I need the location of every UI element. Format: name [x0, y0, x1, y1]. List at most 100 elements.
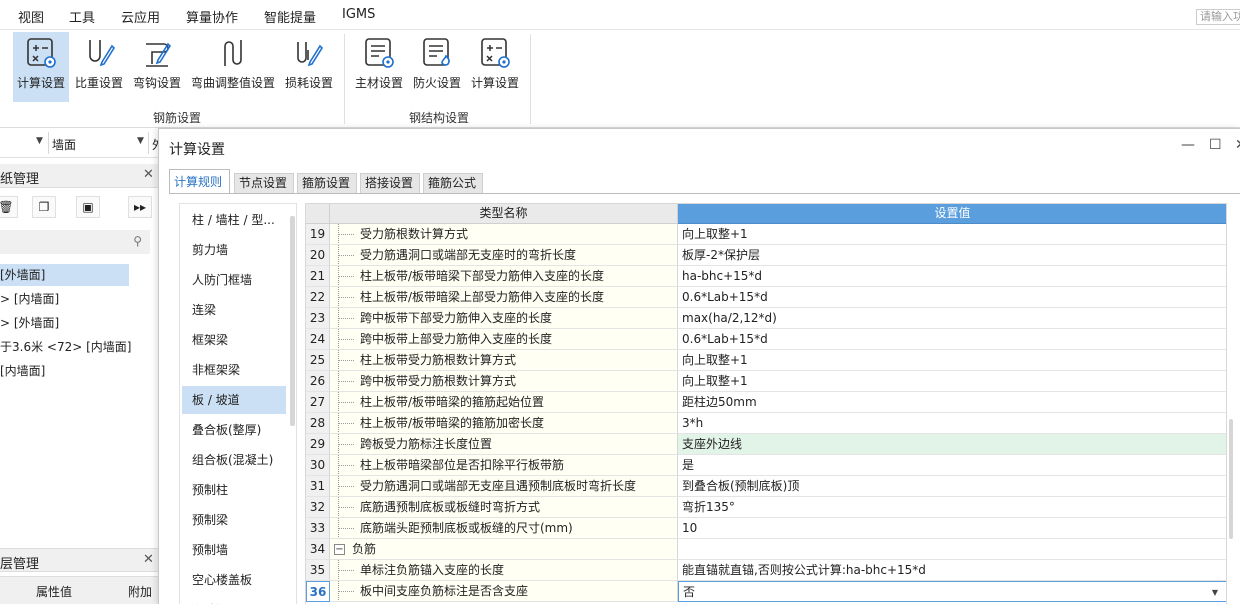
close-icon[interactable]: ✕	[143, 167, 154, 182]
search-icon: ⚲	[133, 234, 142, 248]
tree-item[interactable]: [内墙面]	[0, 360, 45, 382]
row-value-cell[interactable]: 能直锚就直锚,否则按公式计算:ha-bhc+15*d	[678, 560, 1226, 581]
row-value-cell[interactable]: 距柱边50mm	[678, 392, 1226, 413]
tree-item[interactable]: > [内墙面]	[0, 288, 59, 310]
row-value-cell[interactable]: 弯折135°	[678, 497, 1226, 518]
row-value-cell[interactable]	[678, 539, 1226, 560]
tab-stirrup-formula[interactable]: 箍筋公式	[423, 173, 483, 193]
tree-search-input[interactable]: ⚲	[0, 230, 150, 254]
chevron-down-icon[interactable]: ▼	[1212, 582, 1218, 601]
table-row[interactable]: 36 板中间支座负筋标注是否含支座否 ▼	[306, 581, 1226, 602]
tab-node-settings[interactable]: 节点设置	[234, 173, 294, 193]
hook-settings-button[interactable]: 弯钩设置	[130, 32, 184, 102]
table-row[interactable]: 28 柱上板带/板带暗梁的箍筋加密长度 3*h	[306, 413, 1226, 434]
menu-smart[interactable]: 智能提量	[264, 7, 316, 26]
row-value-cell[interactable]: 板厚-2*保护层	[678, 245, 1226, 266]
search-input[interactable]: 请输入功能名称	[1196, 9, 1240, 25]
steel-calc-settings-button[interactable]: 计算设置	[468, 32, 522, 102]
rebar-calc-settings-label: 计算设置	[16, 76, 65, 90]
dialog-title: 计算设置	[169, 142, 225, 158]
save-icon[interactable]: ▣	[76, 196, 100, 218]
table-row[interactable]: 29 跨板受力筋标注长度位置 支座外边线	[306, 434, 1226, 455]
table-row[interactable]: 23 跨中板带下部受力筋伸入支座的长度 max(ha/2,12*d)	[306, 308, 1226, 329]
row-value-cell[interactable]: 是	[678, 455, 1226, 476]
table-row[interactable]: 27 柱上板带/板带暗梁的箍筋起始位置 距柱边50mm	[306, 392, 1226, 413]
chevron-down-icon[interactable]: ▼	[36, 136, 43, 146]
row-value: 向上取整+1	[682, 374, 748, 388]
more-icon[interactable]: ▸▸	[128, 196, 152, 218]
bend-adjust-settings-button[interactable]: 弯曲调整值设置	[188, 32, 278, 102]
collapse-icon[interactable]: −	[334, 544, 345, 555]
row-value-cell[interactable]: 10	[678, 518, 1226, 539]
table-row[interactable]: 31 受力筋遇洞口或端部无支座且遇预制底板时弯折长度 到叠合板(预制底板)顶	[306, 476, 1226, 497]
row-value-cell[interactable]: 3*h	[678, 413, 1226, 434]
tab-calc-rules[interactable]: 计算规则	[169, 169, 230, 194]
tree-item[interactable]: > [外墙面]	[0, 312, 59, 334]
row-value-cell[interactable]: 向上取整+1	[678, 350, 1226, 371]
table-row[interactable]: 20 受力筋遇洞口或端部无支座时的弯折长度 板厚-2*保护层	[306, 245, 1226, 266]
copy-icon[interactable]: ❐	[32, 196, 56, 218]
row-value-cell[interactable]: 向上取整+1	[678, 371, 1226, 392]
row-value-cell[interactable]: max(ha/2,12*d)	[678, 308, 1226, 329]
table-row[interactable]: 25 柱上板带受力筋根数计算方式 向上取整+1	[306, 350, 1226, 371]
category-item[interactable]: 剪力墙	[182, 236, 286, 264]
category-scrollbar[interactable]	[290, 216, 295, 426]
category-item[interactable]: 连梁	[182, 296, 286, 324]
category-item[interactable]: 柱 / 墙柱 / 型...	[182, 206, 286, 234]
chevron-down-icon[interactable]: ▼	[137, 136, 144, 146]
rebar-calc-settings-button[interactable]: 计算设置	[13, 32, 69, 102]
menu-igms[interactable]: IGMS	[342, 7, 375, 22]
hook-settings-label: 弯钩设置	[132, 76, 181, 90]
row-value-cell[interactable]: ha-bhc+15*d	[678, 266, 1226, 287]
table-row[interactable]: 32 底筋遇预制底板或板缝时弯折方式 弯折135°	[306, 497, 1226, 518]
table-row[interactable]: 30 柱上板带暗梁部位是否扣除平行板带筋 是	[306, 455, 1226, 476]
row-value-cell[interactable]: 支座外边线	[678, 434, 1226, 455]
steel-calc-settings-label: 计算设置	[470, 76, 519, 90]
fireproof-settings-button[interactable]: 防火设置	[410, 32, 464, 102]
minimize-icon[interactable]: —	[1181, 137, 1195, 153]
category-item-selected[interactable]: 板 / 坡道	[182, 386, 286, 414]
maximize-icon[interactable]: ☐	[1209, 137, 1222, 153]
category-item[interactable]: 预制柱	[182, 476, 286, 504]
table-row[interactable]: 19 受力筋根数计算方式 向上取整+1	[306, 224, 1226, 245]
row-value-cell[interactable]: 0.6*Lab+15*d	[678, 329, 1226, 350]
category-item[interactable]: 预制梁	[182, 506, 286, 534]
grid-scrollbar[interactable]	[1229, 419, 1233, 539]
category-item[interactable]: 人防门框墙	[182, 266, 286, 294]
category-item[interactable]: 框架梁	[182, 326, 286, 354]
delete-icon[interactable]: 🗑	[0, 196, 18, 218]
tab-stirrup-settings[interactable]: 箍筋设置	[297, 173, 357, 193]
row-value-cell[interactable]: 向上取整+1	[678, 224, 1226, 245]
row-value-cell[interactable]: 到叠合板(预制底板)顶	[678, 476, 1226, 497]
close-icon[interactable]: ✕	[143, 552, 154, 567]
menu-collab[interactable]: 算量协作	[186, 7, 238, 26]
table-row[interactable]: 26 跨中板带受力筋根数计算方式 向上取整+1	[306, 371, 1226, 392]
row-number: 31	[306, 476, 330, 497]
loss-settings-button[interactable]: 损耗设置	[282, 32, 336, 102]
row-value-cell[interactable]: 0.6*Lab+15*d	[678, 287, 1226, 308]
category-item[interactable]: 主肋梁	[182, 596, 286, 604]
row-value: 板厚-2*保护层	[682, 248, 760, 262]
tree-item[interactable]: 于3.6米 <72> [内墙面]	[0, 336, 131, 358]
table-row[interactable]: 33 底筋端头距预制底板或板缝的尺寸(mm) 10	[306, 518, 1226, 539]
table-row[interactable]: 35 单标注负筋锚入支座的长度 能直锚就直锚,否则按公式计算:ha-bhc+15*d	[306, 560, 1226, 581]
menu-tools[interactable]: 工具	[69, 7, 95, 26]
tree-item[interactable]: [外墙面]	[0, 264, 129, 286]
category-item[interactable]: 预制墙	[182, 536, 286, 564]
tab-lap-settings[interactable]: 搭接设置	[360, 173, 420, 193]
menu-cloud[interactable]: 云应用	[121, 7, 160, 26]
main-material-settings-button[interactable]: 主材设置	[352, 32, 406, 102]
category-item[interactable]: 叠合板(整厚)	[182, 416, 286, 444]
table-row[interactable]: 21 柱上板带/板带暗梁下部受力筋伸入支座的长度 ha-bhc+15*d	[306, 266, 1226, 287]
table-row[interactable]: 22 柱上板带/板带暗梁上部受力筋伸入支座的长度 0.6*Lab+15*d	[306, 287, 1226, 308]
category-item[interactable]: 非框架梁	[182, 356, 286, 384]
row-value-cell[interactable]: 否 ▼	[678, 581, 1226, 602]
category-combo[interactable]: 墙面	[52, 136, 76, 153]
close-icon[interactable]: ✕	[1235, 137, 1240, 153]
category-item[interactable]: 组合板(混凝土)	[182, 446, 286, 474]
table-row[interactable]: 34− 负筋	[306, 539, 1226, 560]
density-settings-button[interactable]: 比重设置	[72, 32, 126, 102]
menu-view[interactable]: 视图	[18, 7, 44, 26]
table-row[interactable]: 24 跨中板带上部受力筋伸入支座的长度 0.6*Lab+15*d	[306, 329, 1226, 350]
category-item[interactable]: 空心楼盖板	[182, 566, 286, 594]
